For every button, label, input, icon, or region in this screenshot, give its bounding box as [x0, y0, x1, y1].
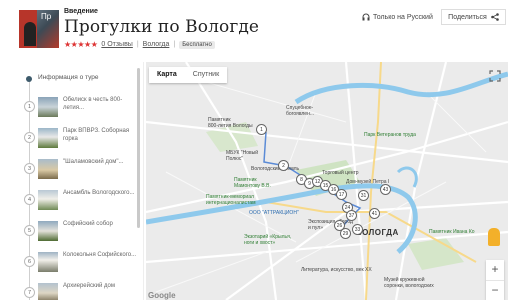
- map-label: Литература, искусство, век ХХ: [301, 267, 372, 273]
- stop-thumbnail: [38, 283, 58, 300]
- map-label: Памятник Ивана Ко: [429, 229, 475, 235]
- rating-stars: ★★★★★: [64, 40, 98, 49]
- thumbnail-text: Пр: [41, 12, 52, 21]
- language-button[interactable]: Только на Русский: [362, 13, 433, 21]
- map-label: МБУК "Новый Полюс": [226, 150, 259, 162]
- stop-label: Парк ВПВРЗ. Соборная горка: [63, 128, 130, 142]
- stop-number: 6: [24, 256, 35, 267]
- map-pin[interactable]: 33: [352, 224, 363, 235]
- map-pin[interactable]: 43: [380, 184, 391, 195]
- map-type-control: Карта Спутник: [149, 67, 228, 83]
- info-dot-icon: [26, 76, 32, 82]
- fullscreen-icon[interactable]: [489, 70, 501, 82]
- headphones-icon: [362, 13, 370, 21]
- tour-info-label: Информация о туре: [38, 74, 99, 81]
- sidebar-scrollbar[interactable]: [137, 68, 140, 228]
- stop-thumbnail: [38, 159, 58, 179]
- stop-thumbnail: [38, 128, 58, 148]
- page-title: Прогулки по Вологде: [64, 17, 260, 37]
- stop-number: 3: [24, 163, 35, 174]
- stop-item[interactable]: 5 Софийский собор: [21, 218, 139, 244]
- map-label: Парк Ветеранов труда: [364, 132, 416, 138]
- reviews-link[interactable]: 0 Отзывы: [101, 41, 132, 48]
- map-pin[interactable]: 17: [336, 189, 347, 200]
- map-label: Памятник 800-летия Вологды: [208, 117, 253, 129]
- stop-label: "Шаламовский дом"...: [63, 159, 124, 165]
- stop-number: 5: [24, 225, 35, 236]
- zoom-control: + −: [486, 260, 504, 300]
- share-label: Поделиться: [448, 13, 487, 21]
- price-badge: Бесплатно: [179, 40, 215, 49]
- stop-item[interactable]: 6 Колокольня Софийского...: [21, 249, 139, 275]
- stops-sidebar: Информация о туре 1 Обелиск в честь 800-…: [21, 62, 144, 300]
- stop-number: 7: [24, 287, 35, 298]
- stop-item[interactable]: 3 "Шаламовский дом"...: [21, 156, 139, 182]
- map-label: Памятник Мамонтову В.В.: [234, 177, 271, 189]
- stop-thumbnail: [38, 190, 58, 210]
- stop-number: 4: [24, 194, 35, 205]
- stop-label: Обелиск в честь 800-летия...: [63, 97, 123, 111]
- tab-map[interactable]: Карта: [149, 67, 185, 83]
- stop-number: 2: [24, 132, 35, 143]
- map-pin[interactable]: 31: [358, 190, 369, 201]
- map-label: Вологодский Кремль: [251, 166, 300, 172]
- stop-label: Ансамбль Вологодского...: [63, 190, 135, 196]
- map-label: ООО "АТТРАКЦИОН": [249, 210, 299, 216]
- stop-item[interactable]: 7 Архиерейский дом: [21, 280, 139, 300]
- map-label: Спуцебное- богоявлен...: [286, 105, 315, 117]
- stop-label: Архиерейский дом: [63, 283, 115, 289]
- stop-item[interactable]: 4 Ансамбль Вологодского...: [21, 187, 139, 213]
- map-pin[interactable]: 29: [340, 228, 351, 239]
- stop-label: Колокольня Софийского...: [63, 252, 137, 258]
- share-icon: [491, 13, 499, 21]
- breadcrumb[interactable]: Введение: [64, 8, 98, 15]
- map-pin[interactable]: 1: [256, 124, 267, 135]
- map-view[interactable]: Карта Спутник Спуцебное- богоявлен... Па…: [146, 62, 508, 300]
- tab-satellite[interactable]: Спутник: [185, 67, 227, 83]
- stop-number: 1: [24, 101, 35, 112]
- map-pin[interactable]: 41: [369, 208, 380, 219]
- map-pin[interactable]: 2: [278, 160, 289, 171]
- zoom-out-button[interactable]: −: [486, 280, 504, 300]
- language-label: Только на Русский: [373, 13, 433, 21]
- map-label: Торговый центр: [322, 170, 359, 176]
- map-pin[interactable]: 37: [346, 210, 357, 221]
- tour-header: Пр Введение Прогулки по Вологде ★★★★★ 0 …: [0, 0, 519, 62]
- stop-thumbnail: [38, 97, 58, 117]
- map-label: Музей кружевной соронки, вологодских: [384, 277, 434, 289]
- tour-meta: ★★★★★ 0 Отзывы | Вологда | Бесплатно: [64, 40, 215, 49]
- street-view-pegman-icon[interactable]: [488, 228, 500, 246]
- stop-item[interactable]: 1 Обелиск в честь 800-летия...: [21, 94, 139, 120]
- map-label: Памятник-мемориал интернационалистам: [206, 194, 256, 206]
- stop-thumbnail: [38, 252, 58, 272]
- google-logo: Google: [148, 291, 176, 300]
- share-button[interactable]: Поделиться: [441, 9, 506, 25]
- map-label: Экзотарий «Крылья, ноги и хвост»: [244, 234, 292, 246]
- tour-thumbnail: Пр: [19, 10, 59, 48]
- city-link[interactable]: Вологда: [143, 41, 170, 48]
- zoom-in-button[interactable]: +: [486, 260, 504, 280]
- stop-thumbnail: [38, 221, 58, 241]
- stop-label: Софийский собор: [63, 221, 113, 227]
- stop-item[interactable]: 2 Парк ВПВРЗ. Соборная горка: [21, 125, 139, 151]
